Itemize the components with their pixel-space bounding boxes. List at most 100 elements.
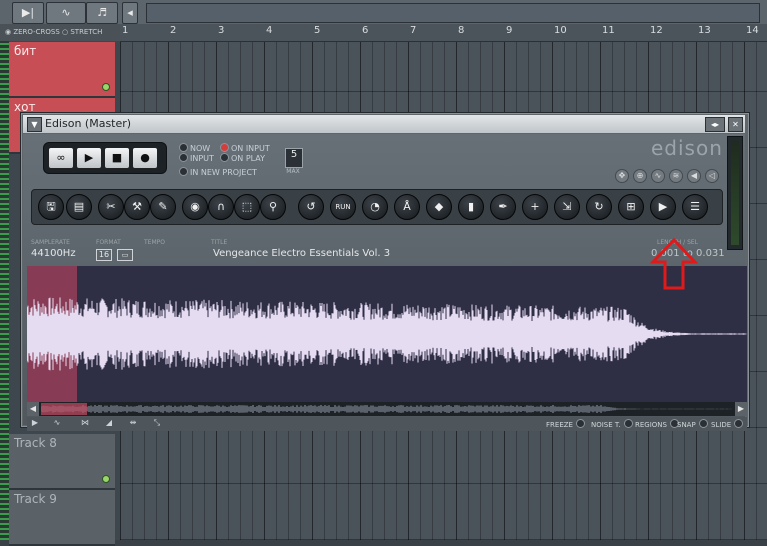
resize-icon[interactable]: ⤡ bbox=[151, 418, 163, 429]
overview-selection[interactable] bbox=[41, 403, 87, 415]
wave-view-icon[interactable]: ∿ bbox=[651, 169, 665, 183]
trim-icon[interactable]: ⇲ bbox=[554, 194, 580, 220]
drop-icon[interactable]: ◆ bbox=[426, 194, 452, 220]
dial-icon[interactable]: ◔ bbox=[362, 194, 388, 220]
marker-icon[interactable]: + bbox=[522, 194, 548, 220]
abc-icon[interactable]: ✎ bbox=[150, 194, 176, 220]
max-value[interactable]: 5 bbox=[285, 148, 303, 168]
radio-icon bbox=[179, 153, 188, 162]
transport-panel: ∞ ▶ ■ ● bbox=[43, 142, 167, 174]
drag-icon[interactable]: ⊕ bbox=[633, 169, 647, 183]
noise-threshold-option[interactable]: NOISE T. bbox=[591, 419, 633, 429]
pattern-button[interactable]: ♬ bbox=[86, 2, 118, 24]
spectrum-icon[interactable]: ≋ bbox=[669, 169, 683, 183]
waveform-svg bbox=[27, 266, 747, 402]
undo-icon[interactable]: ↺ bbox=[298, 194, 324, 220]
format-label: FORMAT bbox=[96, 239, 121, 246]
tempo-label: TEMPO bbox=[144, 239, 165, 246]
wave-small-icon[interactable]: ∿ bbox=[51, 418, 63, 429]
pen-icon[interactable]: ✒ bbox=[490, 194, 516, 220]
edison-bottom-bar: ▶ ∿ ⋈ ◢ ⇹ ⤡ FREEZE NOISE T. REGIONS SNAP… bbox=[27, 417, 747, 431]
track-label: Track 9 bbox=[14, 492, 57, 506]
track-label: Track 8 bbox=[14, 436, 57, 450]
ruler-bar-number: 5 bbox=[314, 25, 321, 36]
bars-icon[interactable]: ▮ bbox=[458, 194, 484, 220]
ruler-bar-number: 4 bbox=[266, 25, 273, 36]
window-arrows-button[interactable]: ◂▸ bbox=[705, 117, 725, 132]
ruler-bar-number: 14 bbox=[746, 25, 759, 36]
playlist-mode-button[interactable]: ▶| bbox=[12, 2, 44, 24]
ruler-bar-number: 11 bbox=[602, 25, 615, 36]
eye-icon[interactable]: ◉ bbox=[182, 194, 208, 220]
sample-title[interactable]: Vengeance Electro Essentials Vol. 3 bbox=[213, 248, 390, 259]
track-9[interactable]: Track 9 bbox=[9, 490, 115, 546]
automation-button[interactable]: ∿ bbox=[46, 2, 86, 24]
regions-option[interactable]: REGIONS bbox=[635, 419, 679, 429]
radio-icon bbox=[698, 419, 708, 428]
ruler-bar-number: 1 bbox=[122, 25, 129, 36]
speaker-icon[interactable]: ◁ bbox=[705, 169, 719, 183]
snap-option[interactable]: SNAP bbox=[677, 419, 708, 429]
save-plus-icon[interactable]: ⊞ bbox=[618, 194, 644, 220]
format-bits[interactable]: 16 bbox=[96, 249, 112, 261]
title-label: TITLE bbox=[211, 239, 228, 246]
stretch-option[interactable]: ○ STRETCH bbox=[62, 28, 102, 36]
stop-button[interactable]: ■ bbox=[104, 147, 130, 169]
pin-icon[interactable]: ⋈ bbox=[79, 418, 91, 429]
radio-icon bbox=[575, 419, 585, 428]
track-mute-led[interactable] bbox=[102, 475, 110, 483]
save-icon[interactable]: 🖫 bbox=[38, 194, 64, 220]
option-on-play[interactable]: ON PLAY bbox=[220, 153, 265, 163]
ruler-bar-number: 7 bbox=[410, 25, 417, 36]
edison-window: ▼ Edison (Master) ◂▸ ✕ ∞ ▶ ■ ● NOW INPUT… bbox=[20, 112, 750, 431]
window-menu-button[interactable]: ▼ bbox=[27, 117, 42, 132]
zoom-icon[interactable]: ⚲ bbox=[260, 194, 286, 220]
scissors-icon[interactable]: ✂ bbox=[98, 194, 124, 220]
ramp-icon[interactable]: ◢ bbox=[103, 418, 115, 429]
option-now[interactable]: NOW bbox=[179, 143, 210, 153]
timeline-ruler[interactable]: 1 2 3 4 5 6 7 8 9 10 11 12 13 14 bbox=[120, 24, 767, 42]
scroll-left-button[interactable]: ◂ bbox=[122, 2, 138, 24]
edison-title-bar[interactable]: ▼ Edison (Master) ◂▸ ✕ bbox=[23, 115, 745, 133]
play-button[interactable]: ▶ bbox=[76, 147, 102, 169]
track-bit[interactable]: бит bbox=[9, 42, 115, 98]
overview-path bbox=[41, 405, 732, 413]
ruler-bar-number: 13 bbox=[698, 25, 711, 36]
volume-icon[interactable]: ◀ bbox=[687, 169, 701, 183]
select-icon[interactable]: ⬚ bbox=[234, 194, 260, 220]
option-input[interactable]: INPUT bbox=[179, 153, 214, 163]
zero-cross-option[interactable]: ◉ ZERO-CROSS bbox=[5, 28, 60, 36]
document-icon[interactable]: ▤ bbox=[66, 194, 92, 220]
move-icon[interactable]: ✥ bbox=[615, 169, 629, 183]
stamp-icon[interactable]: Å bbox=[394, 194, 420, 220]
radio-icon bbox=[179, 143, 188, 152]
channel-icon[interactable]: ☰ bbox=[682, 194, 708, 220]
send-to-playlist-icon[interactable]: ▶ bbox=[650, 194, 676, 220]
radio-icon bbox=[623, 419, 633, 428]
run-icon[interactable]: RUN bbox=[330, 194, 356, 220]
play-small-icon[interactable]: ▶ bbox=[29, 418, 41, 429]
max-label: MAX bbox=[286, 168, 300, 175]
scroll-left-icon[interactable]: ◀ bbox=[27, 402, 39, 416]
track-mute-led[interactable] bbox=[102, 83, 110, 91]
slide-option[interactable]: SLIDE bbox=[711, 419, 744, 429]
loop-button[interactable]: ∞ bbox=[48, 147, 74, 169]
magnet-icon[interactable]: ∩ bbox=[208, 194, 234, 220]
freeze-option[interactable]: FREEZE bbox=[546, 419, 585, 429]
playlist-scrollbar[interactable] bbox=[146, 3, 760, 23]
loop-icon[interactable]: ↻ bbox=[586, 194, 612, 220]
track-8[interactable]: Track 8 bbox=[9, 434, 115, 490]
close-button[interactable]: ✕ bbox=[728, 117, 743, 132]
waveform-scrollbar[interactable]: ◀ ▶ bbox=[27, 402, 747, 416]
wrench-icon[interactable]: ⚒ bbox=[124, 194, 150, 220]
option-on-input[interactable]: ON INPUT bbox=[220, 143, 270, 153]
option-in-new-project[interactable]: IN NEW PROJECT bbox=[179, 167, 257, 177]
stretch-icon[interactable]: ⇹ bbox=[127, 418, 139, 429]
ruler-bar-number: 3 bbox=[218, 25, 225, 36]
waveform-display[interactable] bbox=[27, 266, 747, 402]
annotation-arrow-icon bbox=[650, 238, 698, 290]
stereo-icon[interactable]: ▭ bbox=[117, 249, 133, 261]
record-button[interactable]: ● bbox=[132, 147, 158, 169]
snap-options: ◉ ZERO-CROSS ○ STRETCH bbox=[0, 24, 120, 41]
scroll-right-icon[interactable]: ▶ bbox=[735, 402, 747, 416]
